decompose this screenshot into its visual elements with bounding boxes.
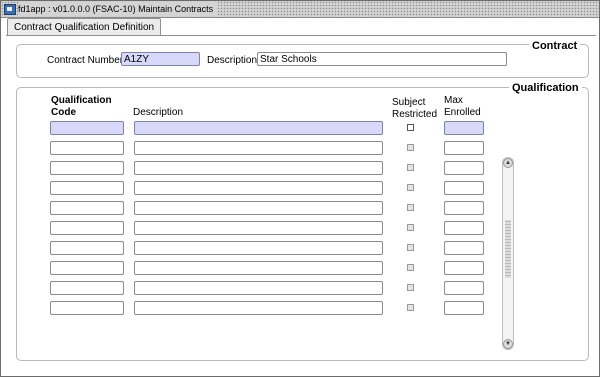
qualification-code-field[interactable] (50, 221, 124, 235)
qualification-description-field[interactable] (134, 121, 383, 135)
qualification-code-field[interactable] (50, 281, 124, 295)
subject-restricted-checkbox[interactable] (407, 164, 414, 171)
contract-number-field[interactable]: A1ZY (121, 52, 200, 66)
app-window-icon[interactable] (4, 4, 16, 15)
col-header-subject-line2: Restricted (392, 109, 438, 120)
tab-content-panel: Contract Contract Number A1ZY Descriptio… (6, 35, 596, 370)
max-enrolled-field[interactable] (444, 241, 484, 255)
col-header-subject-line1: Subject (392, 97, 426, 108)
qualification-description-field[interactable] (134, 281, 383, 295)
qualification-code-field[interactable] (50, 181, 124, 195)
contract-description-field[interactable]: Star Schools (257, 52, 507, 66)
subject-restricted-checkbox[interactable] (407, 124, 414, 131)
max-enrolled-field[interactable] (444, 301, 484, 315)
qualification-code-field[interactable] (50, 121, 124, 135)
qualification-description-field[interactable] (134, 201, 383, 215)
max-enrolled-field[interactable] (444, 201, 484, 215)
subject-restricted-checkbox[interactable] (407, 184, 414, 191)
title-bar[interactable]: fd1app : v01.0.0.0 (FSAC-10) Maintain Co… (1, 1, 599, 18)
col-header-max-line2: Enrolled (444, 107, 481, 118)
max-enrolled-field[interactable] (444, 181, 484, 195)
qualification-description-field[interactable] (134, 301, 383, 315)
col-header-max-line1: Max (444, 95, 463, 106)
subject-restricted-checkbox[interactable] (407, 264, 414, 271)
tab-contract-qualification-definition[interactable]: Contract Qualification Definition (7, 18, 162, 36)
max-enrolled-field[interactable] (444, 141, 484, 155)
max-enrolled-field[interactable] (444, 221, 484, 235)
subject-restricted-checkbox[interactable] (407, 224, 414, 231)
qualification-code-field[interactable] (50, 161, 124, 175)
max-enrolled-field[interactable] (444, 261, 484, 275)
max-enrolled-field[interactable] (444, 121, 484, 135)
subject-restricted-checkbox[interactable] (407, 144, 414, 151)
max-enrolled-field[interactable] (444, 161, 484, 175)
qualification-description-field[interactable] (134, 141, 383, 155)
vertical-scrollbar[interactable]: ▲ ▼ (502, 157, 514, 350)
app-window: fd1app : v01.0.0.0 (FSAC-10) Maintain Co… (0, 0, 600, 377)
qualification-code-field[interactable] (50, 141, 124, 155)
max-enrolled-field[interactable] (444, 281, 484, 295)
contract-description-label: Description (207, 55, 258, 66)
subject-restricted-checkbox[interactable] (407, 304, 414, 311)
window-title: fd1app : v01.0.0.0 (FSAC-10) Maintain Co… (18, 2, 219, 16)
qualification-code-field[interactable] (50, 301, 124, 315)
col-header-code-line1: Qualification (51, 95, 112, 106)
qualification-description-field[interactable] (134, 181, 383, 195)
qualification-description-field[interactable] (134, 261, 383, 275)
qualification-description-field[interactable] (134, 241, 383, 255)
contract-group-label: Contract (529, 40, 581, 52)
subject-restricted-checkbox[interactable] (407, 244, 414, 251)
col-header-code-line2: Code (51, 107, 76, 118)
qualification-code-field[interactable] (50, 241, 124, 255)
scroll-down-arrow-icon[interactable]: ▼ (503, 339, 513, 349)
contract-number-label: Contract Number (47, 55, 124, 66)
subject-restricted-checkbox[interactable] (407, 284, 414, 291)
qualification-description-field[interactable] (134, 161, 383, 175)
qualification-group-label: Qualification (509, 82, 582, 94)
col-header-description: Description (133, 107, 184, 118)
qualification-code-field[interactable] (50, 261, 124, 275)
qualification-description-field[interactable] (134, 221, 383, 235)
qualification-code-field[interactable] (50, 201, 124, 215)
scroll-up-arrow-icon[interactable]: ▲ (503, 158, 513, 168)
subject-restricted-checkbox[interactable] (407, 204, 414, 211)
scrollbar-grip[interactable] (505, 220, 511, 278)
